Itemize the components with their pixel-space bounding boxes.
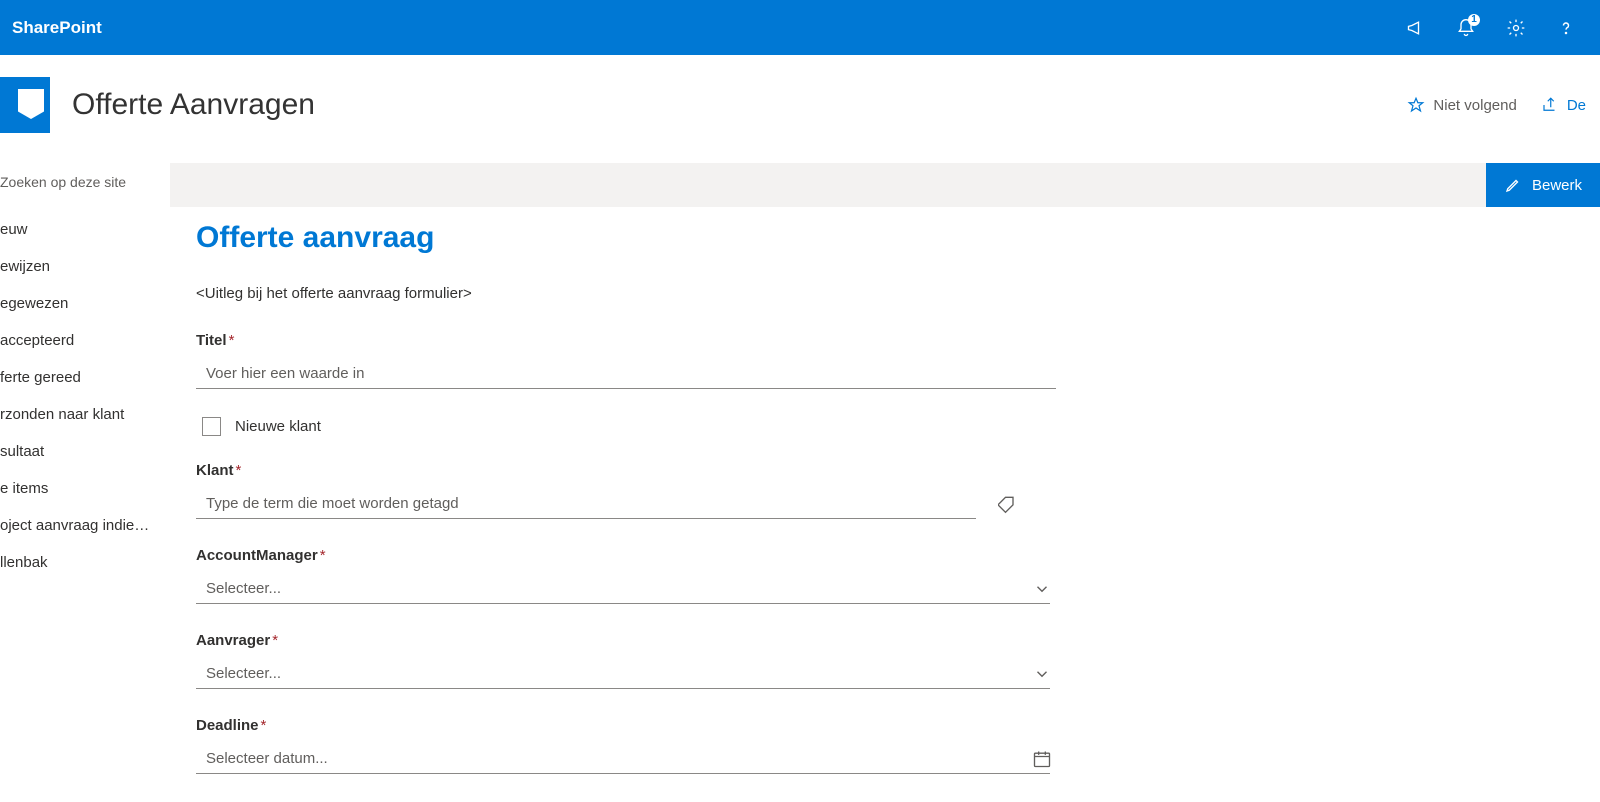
- field-label: Titel*: [196, 332, 1244, 349]
- required-mark: *: [236, 462, 242, 479]
- follow-toggle[interactable]: Niet volgend: [1407, 96, 1516, 114]
- nav-item[interactable]: oject aanvraag indie…: [0, 507, 170, 544]
- site-actions: Niet volgend De: [1407, 96, 1586, 114]
- required-mark: *: [261, 717, 267, 734]
- required-mark: *: [272, 632, 278, 649]
- titel-input[interactable]: [196, 359, 1056, 389]
- accountmanager-select[interactable]: [196, 574, 1050, 604]
- site-logo[interactable]: [0, 77, 50, 133]
- field-label: Aanvrager*: [196, 632, 1244, 649]
- notifications-icon[interactable]: 1: [1450, 12, 1482, 44]
- required-mark: *: [229, 332, 235, 349]
- tag-picker-icon[interactable]: [994, 490, 1022, 518]
- suite-bar: SharePoint 1: [0, 0, 1600, 55]
- suite-bar-actions: 1: [1400, 12, 1588, 44]
- field-aanvrager: Aanvrager*: [196, 632, 1244, 689]
- field-deadline: Deadline*: [196, 717, 1244, 774]
- nav-item[interactable]: accepteerd: [0, 322, 170, 359]
- nav-item[interactable]: ewijzen: [0, 248, 170, 285]
- nav-list: euw ewijzen egewezen accepteerd ferte ge…: [0, 201, 170, 581]
- main-area: Bewerk Offerte aanvraag <Uitleg bij het …: [170, 163, 1600, 802]
- required-mark: *: [320, 547, 326, 564]
- calendar-icon[interactable]: [1028, 745, 1056, 773]
- nav-item[interactable]: sultaat: [0, 433, 170, 470]
- nav-item[interactable]: egewezen: [0, 285, 170, 322]
- nav-item[interactable]: ferte gereed: [0, 359, 170, 396]
- site-search[interactable]: Zoeken op deze site: [0, 163, 170, 201]
- content-row: Zoeken op deze site euw ewijzen egewezen…: [0, 163, 1600, 802]
- nav-item[interactable]: llenbak: [0, 544, 170, 581]
- field-accountmanager: AccountManager*: [196, 547, 1244, 604]
- megaphone-icon[interactable]: [1400, 12, 1432, 44]
- site-header: Offerte Aanvragen Niet volgend De: [0, 55, 1600, 163]
- settings-icon[interactable]: [1500, 12, 1532, 44]
- chevron-down-icon[interactable]: [1028, 660, 1056, 688]
- follow-label: Niet volgend: [1433, 97, 1516, 114]
- notifications-badge: 1: [1468, 14, 1480, 26]
- left-nav: Zoeken op deze site euw ewijzen egewezen…: [0, 163, 170, 802]
- klant-input[interactable]: [196, 489, 976, 519]
- field-klant: Klant*: [196, 462, 1244, 519]
- deadline-input[interactable]: [196, 744, 1050, 774]
- checkbox-label: Nieuwe klant: [235, 418, 321, 435]
- form-description: <Uitleg bij het offerte aanvraag formuli…: [196, 285, 1244, 302]
- form: Offerte aanvraag <Uitleg bij het offerte…: [170, 207, 1270, 774]
- field-label: Klant*: [196, 462, 1244, 479]
- nav-item[interactable]: euw: [0, 211, 170, 248]
- nav-item[interactable]: rzonden naar klant: [0, 396, 170, 433]
- share-label: De: [1567, 97, 1586, 114]
- form-title: Offerte aanvraag: [196, 221, 1244, 255]
- aanvrager-select[interactable]: [196, 659, 1050, 689]
- edit-button[interactable]: Bewerk: [1486, 163, 1600, 207]
- field-label: Deadline*: [196, 717, 1244, 734]
- field-nieuwe-klant: Nieuwe klant: [202, 417, 1244, 436]
- nav-item[interactable]: e items: [0, 470, 170, 507]
- command-bar: Bewerk: [170, 163, 1600, 207]
- edit-button-label: Bewerk: [1532, 177, 1582, 194]
- nieuwe-klant-checkbox[interactable]: [202, 417, 221, 436]
- app-launcher-brand[interactable]: SharePoint: [12, 18, 102, 38]
- share-site-button[interactable]: De: [1541, 96, 1586, 114]
- field-label: AccountManager*: [196, 547, 1244, 564]
- site-title[interactable]: Offerte Aanvragen: [72, 88, 315, 122]
- field-titel: Titel*: [196, 332, 1244, 389]
- chevron-down-icon[interactable]: [1028, 575, 1056, 603]
- help-icon[interactable]: [1550, 12, 1582, 44]
